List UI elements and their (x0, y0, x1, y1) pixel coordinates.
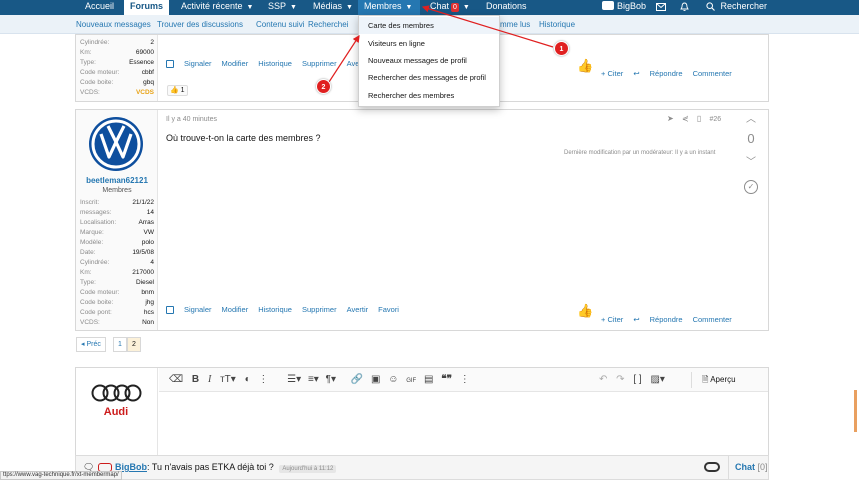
arrow-2 (328, 34, 360, 83)
annotation-arrows (328, 5, 554, 83)
annotation-marker-2: 2 (316, 79, 331, 94)
annotation-marker-1: 1 (554, 41, 569, 56)
arrow-1 (421, 5, 554, 48)
